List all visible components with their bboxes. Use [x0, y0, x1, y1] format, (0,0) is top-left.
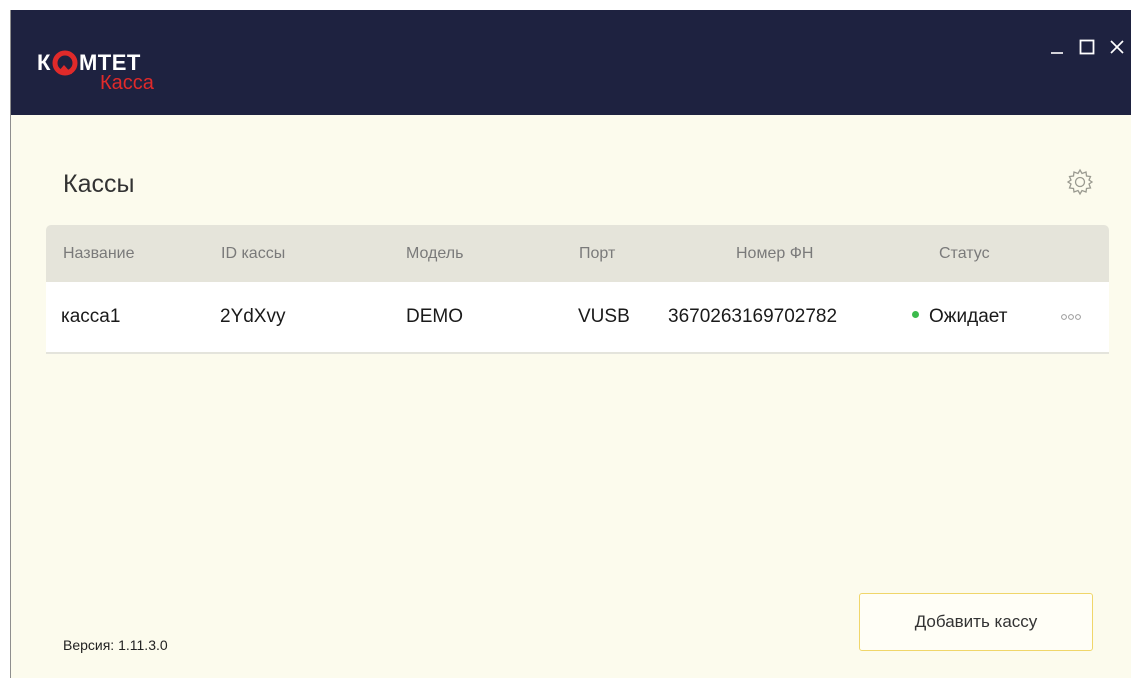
app-window: К МТЕТ Касса Кассы Название ID кассы Мод… [10, 10, 1131, 678]
column-header-port: Порт [579, 245, 616, 262]
column-header-status: Статус [939, 245, 990, 262]
column-header-id: ID кассы [221, 245, 286, 262]
cell-status: Ожидает [912, 282, 1007, 352]
row-more-button[interactable] [1058, 309, 1084, 325]
column-header-name: Название [63, 245, 135, 262]
page-title: Кассы [63, 170, 135, 198]
logo-text-left: К [37, 50, 51, 75]
minimize-icon [1051, 52, 1063, 54]
maximize-icon [1079, 39, 1095, 55]
logo-subtitle: Касса [100, 72, 154, 94]
status-indicator-icon [912, 311, 919, 319]
table-row[interactable]: касса1 2YdXvy DEMO VUSB 3670263169702782… [46, 282, 1109, 354]
settings-button[interactable] [1065, 167, 1095, 197]
cell-name: касса1 [61, 306, 121, 327]
app-logo: К МТЕТ Касса [37, 50, 197, 100]
cell-id: 2YdXvy [220, 306, 286, 327]
gear-icon [1066, 168, 1094, 196]
column-header-fn-number: Номер ФН [736, 245, 814, 262]
close-icon [1110, 40, 1124, 54]
close-button[interactable] [1102, 32, 1131, 62]
status-label: Ожидает [929, 306, 1008, 327]
table-header: Название ID кассы Модель Порт Номер ФН С… [46, 225, 1109, 282]
cell-port: VUSB [578, 306, 630, 327]
version-label: Версия: 1.11.3.0 [63, 637, 168, 653]
title-bar: К МТЕТ Касса [11, 10, 1131, 115]
cell-fn-number: 3670263169702782 [668, 306, 838, 327]
minimize-button[interactable] [1042, 32, 1072, 62]
cash-registers-table: Название ID кассы Модель Порт Номер ФН С… [46, 225, 1109, 354]
cell-model: DEMO [406, 306, 463, 327]
window-controls [1042, 32, 1131, 62]
logo-mark-icon [52, 50, 78, 76]
maximize-button[interactable] [1072, 32, 1102, 62]
add-register-button[interactable]: Добавить кассу [859, 593, 1093, 651]
more-options-icon [1061, 314, 1081, 320]
column-header-model: Модель [406, 245, 464, 262]
